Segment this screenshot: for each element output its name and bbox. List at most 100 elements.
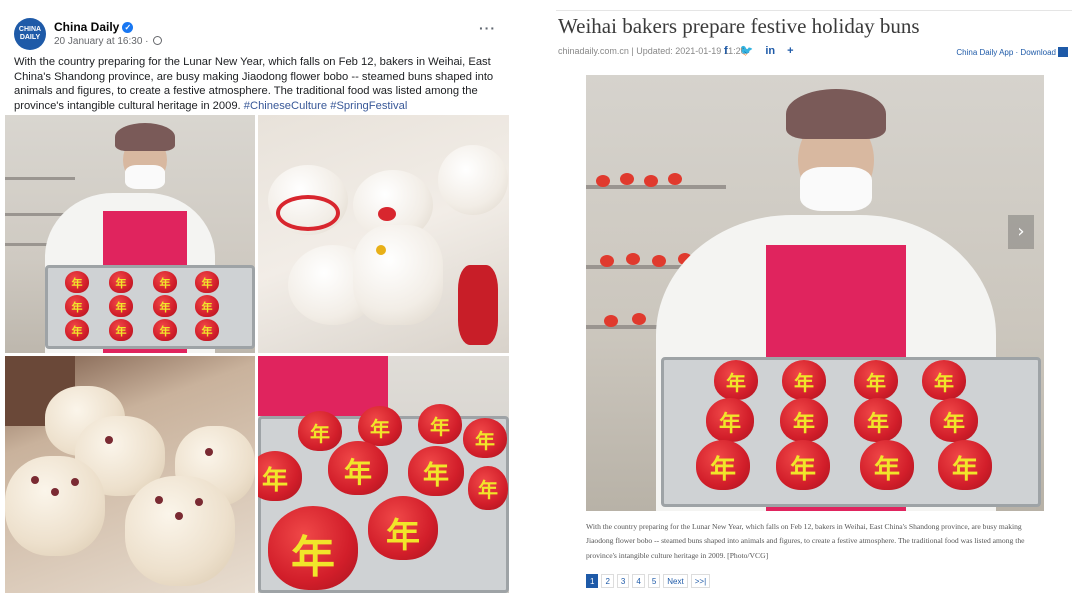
hashtag-chineseculture[interactable]: #ChineseCulture	[244, 100, 327, 112]
more-share-icon[interactable]: +	[787, 45, 793, 57]
post-date[interactable]: 20 January at 16:30 ·	[54, 36, 163, 47]
facebook-post: CHINA DAILY China Daily ✓ 20 January at 1…	[0, 0, 516, 597]
date-topping	[175, 512, 183, 520]
pig-bun-nose	[378, 207, 396, 221]
dough-bun	[125, 476, 235, 586]
red-bun	[468, 466, 508, 510]
red-bun	[65, 271, 89, 293]
baker-cap	[786, 89, 886, 139]
red-bun	[782, 360, 826, 400]
red-figure-bun	[458, 265, 498, 345]
article-meta: chinadaily.com.cn | Updated: 2021-01-19 …	[558, 46, 746, 56]
red-bun	[153, 295, 177, 317]
shelf-bun	[632, 313, 646, 325]
white-bun	[438, 145, 508, 215]
red-bun	[109, 271, 133, 293]
app-download-text[interactable]: China Daily App · Download	[956, 48, 1056, 57]
article: Weihai bakers prepare festive holiday bu…	[546, 0, 1080, 597]
red-bun	[696, 440, 750, 490]
shelf-bun	[644, 175, 658, 187]
shelf-bun	[604, 315, 618, 327]
article-title: Weihai bakers prepare festive holiday bu…	[558, 14, 920, 38]
page-avatar[interactable]: CHINA DAILY	[14, 18, 46, 50]
shelf-bun	[626, 253, 640, 265]
red-bun	[706, 398, 754, 442]
verified-badge-icon: ✓	[122, 22, 134, 33]
red-bun	[418, 404, 462, 444]
bun-decoration	[276, 195, 340, 231]
red-bun	[65, 295, 89, 317]
hashtag-springfestival[interactable]: #SpringFestival	[330, 100, 407, 112]
pig-bun-body	[353, 225, 443, 325]
share-bar: f 🐦 in +	[724, 44, 806, 57]
page-3-link[interactable]: 3	[616, 574, 630, 588]
baker-mask	[800, 167, 872, 211]
app-download-link[interactable]: China Daily App · Download	[956, 47, 1068, 57]
red-bun	[195, 319, 219, 341]
red-bun	[368, 496, 438, 560]
date-topping	[71, 478, 79, 486]
post-date-text[interactable]: 20 January at 16:30 ·	[54, 36, 149, 47]
page-2-link[interactable]: 2	[601, 574, 614, 588]
red-bun	[780, 398, 828, 442]
red-bun	[109, 319, 133, 341]
red-bun	[714, 360, 758, 400]
date-topping	[31, 476, 39, 484]
red-bun	[65, 319, 89, 341]
facebook-share-icon[interactable]: f	[724, 45, 728, 57]
red-bun	[930, 398, 978, 442]
app-icon	[1058, 47, 1068, 57]
linkedin-share-icon[interactable]: in	[765, 45, 775, 57]
photo-animal-buns[interactable]	[258, 115, 509, 353]
photo-caption: With the country preparing for the Lunar…	[586, 522, 1025, 560]
red-bun	[854, 360, 898, 400]
date-topping	[105, 436, 113, 444]
red-bun	[358, 406, 402, 446]
page-name[interactable]: China Daily	[54, 20, 119, 34]
globe-icon	[153, 36, 163, 45]
shelf-bun	[668, 173, 682, 185]
date-topping	[195, 498, 203, 506]
post-header: CHINA DAILY China Daily ✓ 20 January at 1…	[14, 18, 504, 52]
twitter-share-icon[interactable]: 🐦	[740, 44, 754, 57]
red-bun	[195, 295, 219, 317]
pig-bun-bell	[376, 245, 386, 255]
shelf-bun	[600, 255, 614, 267]
date-topping	[205, 448, 213, 456]
baker-apron	[258, 356, 388, 416]
next-page-link[interactable]: Next	[663, 574, 688, 588]
photo-baker-tray[interactable]	[5, 115, 255, 353]
date-topping	[155, 496, 163, 504]
post-body: With the country preparing for the Lunar…	[14, 55, 502, 113]
baker-cap	[115, 123, 175, 151]
article-main-photo[interactable]: ›	[586, 75, 1044, 511]
red-bun	[268, 506, 358, 590]
next-photo-arrow-icon[interactable]: ›	[1008, 215, 1034, 249]
photo-fortune-buns[interactable]	[258, 356, 509, 593]
red-bun	[153, 319, 177, 341]
page-1-link[interactable]: 1	[586, 574, 599, 588]
red-bun	[328, 441, 388, 495]
red-bun	[776, 440, 830, 490]
page-name-link[interactable]: China Daily ✓	[54, 20, 134, 34]
red-bun	[938, 440, 992, 490]
last-page-link[interactable]: >>|	[690, 574, 711, 588]
red-bun	[922, 360, 966, 400]
photo-date-buns[interactable]	[5, 356, 255, 593]
red-bun	[153, 271, 177, 293]
top-divider	[556, 10, 1072, 11]
page-5-link[interactable]: 5	[647, 574, 661, 588]
date-topping	[51, 488, 59, 496]
more-options-button[interactable]: ···	[479, 20, 496, 36]
baker-mask	[125, 165, 165, 189]
red-bun	[860, 440, 914, 490]
shelf-bun	[596, 175, 610, 187]
page-4-link[interactable]: 4	[632, 574, 645, 588]
red-bun	[298, 411, 342, 451]
photo-grid	[5, 115, 509, 593]
red-bun	[109, 295, 133, 317]
shelf-bun	[620, 173, 634, 185]
oven-shelf	[5, 177, 75, 180]
pagination: 1 2 3 4 5 Next >>|	[586, 574, 713, 588]
red-bun	[195, 271, 219, 293]
